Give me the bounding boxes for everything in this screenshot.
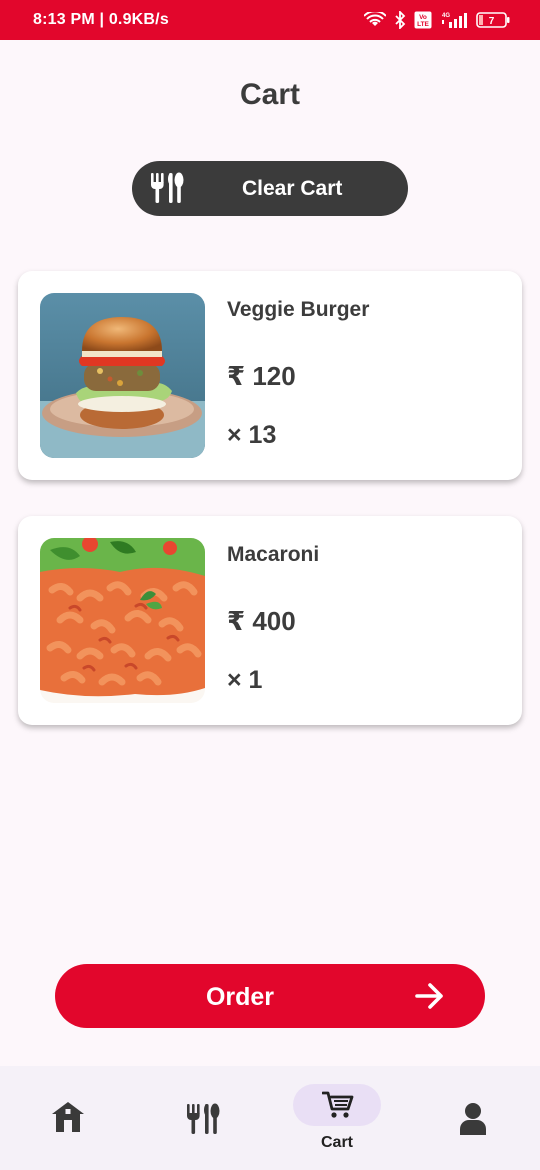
restaurant-icon <box>149 171 185 210</box>
nav-cart-label: Cart <box>320 1134 353 1151</box>
svg-text:4G: 4G <box>442 13 450 19</box>
clear-cart-label: Clear Cart <box>242 177 343 200</box>
item-name: Veggie Burger <box>227 298 370 321</box>
order-button[interactable]: Order <box>55 964 485 1028</box>
restaurant-icon <box>185 1102 221 1141</box>
svg-text:LTE: LTE <box>417 21 429 28</box>
nav-menu[interactable] <box>135 1066 270 1170</box>
person-icon <box>459 1102 487 1141</box>
cart-item-macaroni[interactable]: Macaroni ₹ 400 × 1 <box>18 516 522 725</box>
home-icon <box>50 1100 86 1139</box>
veggie-burger-image <box>40 293 205 458</box>
page-title: Cart <box>239 78 300 111</box>
item-quantity: × 13 <box>227 421 277 449</box>
battery-level: 7 <box>489 16 495 27</box>
clear-cart-button[interactable]: Clear Cart <box>132 161 408 216</box>
volte-icon: Vo LTE <box>414 11 432 29</box>
signal-icon: 4G <box>442 13 467 28</box>
nav-profile[interactable] <box>405 1066 540 1170</box>
bottom-nav <box>0 1066 540 1170</box>
svg-text:Vo: Vo <box>419 14 427 21</box>
item-quantity: × 1 <box>227 666 263 694</box>
cart-list: Veggie Burger ₹ 120 × 13 Macaroni ₹ 400 … <box>18 271 522 761</box>
nav-cart-active-indicator <box>293 1084 381 1126</box>
status-time: 8:13 PM | 0.9KB/s <box>33 11 169 28</box>
nav-home[interactable] <box>0 1066 135 1170</box>
order-label: Order <box>205 983 275 1011</box>
cart-icon <box>321 1090 354 1125</box>
status-bar: 8:13 PM | 0.9KB/s Vo LTE 4G 7 <box>0 0 540 40</box>
item-price: ₹ 120 <box>227 361 296 391</box>
wifi-icon <box>364 12 386 26</box>
bluetooth-icon <box>395 11 406 29</box>
macaroni-image <box>40 538 205 703</box>
battery-icon: 7 <box>476 12 510 28</box>
arrow-right-icon <box>415 982 445 1015</box>
status-icons: Vo LTE 4G 7 <box>364 11 510 29</box>
item-price: ₹ 400 <box>227 606 296 636</box>
item-name: Macaroni <box>227 543 320 566</box>
cart-item-veggie-burger[interactable]: Veggie Burger ₹ 120 × 13 <box>18 271 522 480</box>
